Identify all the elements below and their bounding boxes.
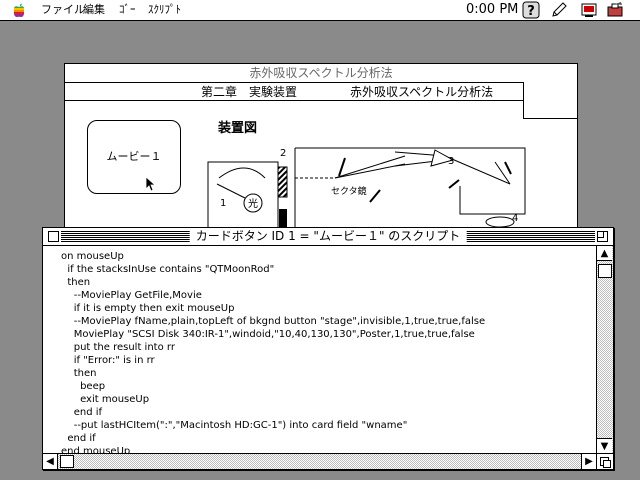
app-switch-icon[interactable] bbox=[580, 1, 598, 19]
card-window: 赤外吸収スペクトル分析法 第二章 実験装置 赤外吸収スペクトル分析法 ムービー１… bbox=[64, 63, 578, 235]
movie-button[interactable]: ムービー１ bbox=[87, 120, 181, 194]
script-line: then bbox=[61, 277, 91, 288]
scroll-right-arrow-icon[interactable]: ▶ bbox=[581, 454, 596, 469]
movie-button-label: ムービー１ bbox=[106, 150, 162, 163]
resize-grow-box-icon[interactable] bbox=[596, 453, 613, 469]
horizontal-scroll-thumb[interactable] bbox=[60, 455, 74, 468]
card-window-title: 赤外吸収スペクトル分析法 bbox=[249, 66, 393, 80]
script-line: exit mouseUp bbox=[61, 394, 150, 405]
scroll-left-arrow-icon[interactable]: ◀ bbox=[43, 454, 58, 469]
script-line: --MoviePlay GetFile,Movie bbox=[61, 290, 202, 301]
header-divider bbox=[65, 100, 523, 101]
script-line: if the stacksInUse contains "QTMoonRod" bbox=[61, 264, 275, 275]
script-editor-window: カードボタン ID 1 = "ムービー１" のスクリプト on mouseUp … bbox=[42, 227, 614, 470]
help-icon[interactable]: ? bbox=[522, 1, 540, 19]
zoom-box-icon[interactable] bbox=[597, 231, 608, 242]
script-line: end if bbox=[61, 433, 96, 444]
editor-title: カードボタン ID 1 = "ムービー１" のスクリプト bbox=[189, 228, 467, 245]
script-line: then bbox=[61, 368, 97, 379]
script-line: beep bbox=[61, 381, 106, 392]
svg-text:?: ? bbox=[527, 4, 535, 19]
diagram-sector-mirror-label: セクタ鏡 bbox=[331, 185, 367, 197]
diagram-label-2: 2 bbox=[280, 148, 286, 159]
menu-clock[interactable]: 0:00 PM bbox=[466, 3, 518, 17]
diagram-label-1: 1 bbox=[220, 198, 226, 209]
pencil-icon[interactable] bbox=[550, 1, 568, 19]
script-line: end mouseUp bbox=[61, 446, 131, 453]
script-line: end if bbox=[61, 407, 103, 418]
editor-title-bar[interactable]: カードボタン ID 1 = "ムービー１" のスクリプト bbox=[43, 228, 613, 246]
arrow-cursor-icon bbox=[145, 176, 157, 192]
menu-bar: ファイル 編集 ｺﾞｰ ｽｸﾘﾌﾟﾄ 0:00 PM ? bbox=[0, 0, 640, 21]
chapter-heading: 第二章 実験装置 bbox=[201, 85, 298, 99]
close-box-icon[interactable] bbox=[48, 231, 59, 242]
apple-icon[interactable] bbox=[11, 2, 27, 18]
script-line: --put lastHCItem(":","Macintosh HD:GC-1"… bbox=[61, 420, 408, 431]
topic-heading: 赤外吸収スペクトル分析法 bbox=[350, 85, 494, 99]
menu-edit[interactable]: 編集 bbox=[83, 3, 105, 17]
device-diagram-heading: 装置図 bbox=[218, 121, 258, 136]
diagram-label-3: 3 bbox=[448, 156, 454, 167]
scroll-up-arrow-icon[interactable]: ▲ bbox=[597, 246, 612, 261]
horizontal-scrollbar[interactable]: ◀ ▶ bbox=[43, 453, 596, 469]
script-line: on mouseUp bbox=[61, 251, 124, 262]
vertical-scroll-thumb[interactable] bbox=[598, 264, 612, 278]
diagram-source-label: 光 bbox=[248, 197, 258, 210]
diagram-label-4: 4 bbox=[512, 213, 518, 224]
menu-file[interactable]: ファイル bbox=[41, 3, 85, 17]
card-title-bar[interactable]: 赤外吸収スペクトル分析法 bbox=[65, 64, 577, 83]
index-tab-box bbox=[523, 82, 577, 119]
vertical-scrollbar[interactable]: ▲ ▼ bbox=[596, 246, 613, 453]
script-line: put the result into rr bbox=[61, 342, 175, 353]
script-line: if it is empty then exit mouseUp bbox=[61, 303, 235, 314]
script-line: if "Error:" is in rr bbox=[61, 355, 155, 366]
script-text-area[interactable]: on mouseUp if the stacksInUse contains "… bbox=[43, 246, 596, 453]
tools-icon[interactable] bbox=[606, 1, 624, 19]
menu-script[interactable]: ｽｸﾘﾌﾟﾄ bbox=[148, 3, 181, 17]
menu-go[interactable]: ｺﾞｰ bbox=[119, 3, 136, 17]
spectrometer-diagram: 光 1 2 3 セクタ鏡 4 bbox=[207, 147, 526, 234]
script-line: --MoviePlay fName,plain,topLeft of bkgnd… bbox=[61, 316, 486, 327]
scroll-down-arrow-icon[interactable]: ▼ bbox=[597, 438, 612, 453]
script-line: MoviePlay "SCSI Disk 340:IR-1",windoid,"… bbox=[61, 329, 475, 340]
